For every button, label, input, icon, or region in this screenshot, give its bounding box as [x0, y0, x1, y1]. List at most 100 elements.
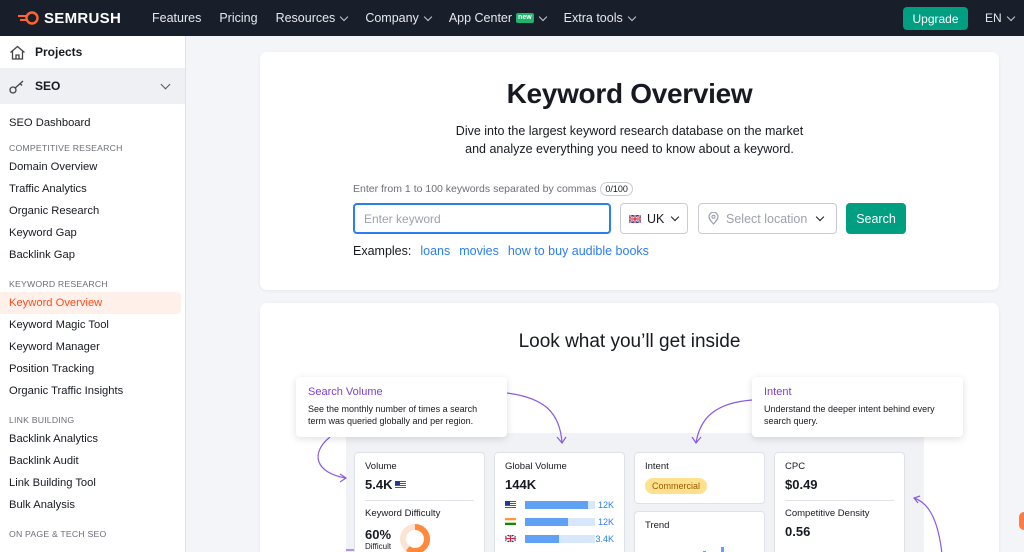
sidebar-item-keyword-gap[interactable]: Keyword Gap — [0, 222, 185, 244]
sidebar-item-backlink-gap[interactable]: Backlink Gap — [0, 244, 185, 266]
nav-extra-tools[interactable]: Extra tools — [563, 11, 636, 25]
volume-bar-fill — [525, 534, 559, 543]
trend-label: Trend — [645, 520, 670, 531]
sidebar-item-backlink-audit[interactable]: Backlink Audit — [0, 450, 185, 472]
keyword-input[interactable] — [353, 203, 611, 234]
sidebar-item-domain-overview[interactable]: Domain Overview — [0, 156, 185, 178]
logo-text: SEMRUSH — [44, 9, 122, 27]
upgrade-button[interactable]: Upgrade — [903, 7, 968, 30]
sidebar-section-heading: COMPETITIVE RESEARCH — [9, 143, 123, 153]
country-volume: 3.4K — [595, 533, 614, 544]
volume-bar-track — [525, 500, 595, 509]
location-placeholder: Select location — [726, 211, 808, 226]
nav-resources[interactable]: Resources — [276, 11, 349, 25]
new-badge: new — [516, 13, 534, 23]
sidebar-item-keyword-magic-tool[interactable]: Keyword Magic Tool — [0, 314, 185, 336]
sidebar-projects-label: Projects — [35, 45, 83, 59]
competitive-density-label: Competitive Density — [785, 508, 870, 519]
global-volume-label: Global Volume — [505, 461, 567, 472]
nav-label: Features — [152, 11, 202, 25]
location-select[interactable]: Select location — [698, 203, 837, 234]
chevron-down-icon — [538, 12, 547, 21]
top-nav: SEMRUSH Features Pricing Resources Compa… — [0, 0, 1024, 36]
nav-features[interactable]: Features — [152, 11, 201, 25]
competitive-density-value: 0.56 — [785, 524, 811, 539]
example-link[interactable]: movies — [459, 244, 499, 258]
sidebar-item-seo-dashboard[interactable]: SEO Dashboard — [0, 112, 185, 134]
database-select[interactable]: UK — [620, 203, 688, 234]
example-link[interactable]: how to buy audible books — [508, 244, 649, 258]
us-flag-icon — [395, 481, 407, 488]
sidebar-item-organic-research[interactable]: Organic Research — [0, 200, 185, 222]
home-icon — [10, 45, 25, 60]
location-pin-icon — [708, 212, 719, 225]
page-title: Keyword Overview — [506, 78, 753, 109]
sidebar-item-backlink-analytics[interactable]: Backlink Analytics — [0, 428, 185, 450]
sidebar-item-bulk-analysis[interactable]: Bulk Analysis — [0, 494, 185, 516]
chevron-down-icon — [816, 212, 825, 221]
nav-company[interactable]: Company — [365, 11, 433, 25]
callout-desc: See the monthly number of times a search… — [308, 404, 478, 426]
sidebar-seo-toggle[interactable]: SEO — [0, 68, 185, 104]
uk-flag-icon — [629, 214, 641, 223]
kd-donut-chart — [400, 524, 431, 552]
chevron-down-icon — [671, 212, 680, 221]
callout-title: Intent — [764, 386, 792, 398]
semrush-logo[interactable]: SEMRUSH — [18, 10, 142, 27]
volume-bar-track — [525, 517, 595, 526]
callout-intent: Intent Understand the deeper intent behi… — [752, 377, 963, 437]
nav-label: App Center — [448, 11, 513, 25]
page-subtitle: Dive into the largest keyword research d… — [260, 122, 999, 158]
sidebar-sections: COMPETITIVE RESEARCH Domain Overview Traff… — [0, 134, 185, 542]
chevron-down-icon — [160, 79, 171, 90]
uk-flag-icon — [505, 535, 516, 542]
global-volume-widget: Global Volume 144K 12K 12K 3.4K — [494, 452, 625, 552]
kd-value: 60% — [365, 527, 392, 542]
keyword-overview-card: Keyword Overview Dive into the largest k… — [260, 52, 999, 290]
cpc-value: $0.49 — [785, 477, 818, 492]
nav-label: Pricing — [219, 11, 258, 25]
seo-key-icon — [9, 80, 24, 94]
nav-app-center[interactable]: App Center new — [448, 11, 547, 25]
example-link[interactable]: loans — [420, 244, 450, 258]
nav-pricing[interactable]: Pricing — [219, 11, 257, 25]
country-row: 3.4K — [505, 530, 614, 547]
nav-label: Company — [365, 11, 419, 25]
volume-widget: Volume 5.4K Keyword Difficulty 60% Diffi… — [354, 452, 485, 552]
country-volume: 12K — [597, 516, 614, 527]
scroll-indicator[interactable] — [1019, 512, 1024, 530]
sidebar-item-organic-traffic-insights[interactable]: Organic Traffic Insights — [0, 380, 185, 402]
sidebar-item-traffic-analytics[interactable]: Traffic Analytics — [0, 178, 185, 200]
kd-row: 60% Difficult — [365, 523, 474, 552]
global-volume-value: 144K — [505, 477, 537, 492]
sidebar: Projects SEO SEO Dashboard COMPETITIVE R… — [0, 36, 186, 552]
sidebar-item-keyword-overview[interactable]: Keyword Overview — [0, 292, 181, 314]
nav-label: Extra tools — [563, 11, 623, 25]
us-flag-icon — [505, 501, 516, 508]
keyword-counter: 0/100 — [600, 182, 633, 196]
intent-widget: Intent Commercial — [634, 452, 765, 504]
trend-widget: Trend — [634, 511, 765, 552]
sidebar-section-heading: LINK BUILDING — [9, 415, 75, 425]
country-row: 12K — [505, 513, 614, 530]
sidebar-item-link-building-tool[interactable]: Link Building Tool — [0, 472, 185, 494]
in-flag-icon — [505, 518, 516, 525]
sidebar-seo-label: SEO — [35, 79, 61, 93]
search-button[interactable]: Search — [846, 203, 906, 234]
sidebar-section-heading: KEYWORD RESEARCH — [9, 279, 108, 289]
language-selector[interactable]: EN — [985, 11, 1015, 25]
callout-desc: Understand the deeper intent behind ever… — [764, 404, 935, 426]
subtitle-line: Dive into the largest keyword research d… — [455, 124, 804, 138]
chevron-down-icon — [340, 12, 349, 21]
country-volume: 12K — [597, 499, 614, 510]
sidebar-item-keyword-manager[interactable]: Keyword Manager — [0, 336, 185, 358]
intent-badge: Commercial — [645, 478, 708, 494]
callout-search-volume: Search Volume See the monthly number of … — [296, 377, 507, 437]
sidebar-item-position-tracking[interactable]: Position Tracking — [0, 358, 185, 380]
hint-text: Enter from 1 to 100 keywords separated b… — [353, 183, 597, 195]
subtitle-line: and analyze everything you need to know … — [465, 142, 794, 156]
kd-label: Keyword Difficulty — [365, 508, 441, 519]
volume-value-row: 5.4K — [365, 477, 474, 492]
sidebar-projects[interactable]: Projects — [0, 36, 185, 68]
trend-bars — [703, 547, 724, 552]
